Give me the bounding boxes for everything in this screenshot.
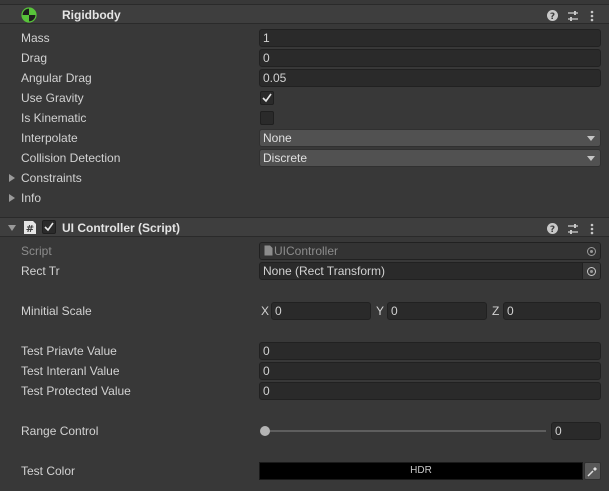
interpolate-dropdown[interactable]: None	[259, 129, 601, 147]
eyedropper-icon	[587, 467, 597, 477]
priavte-label: Test Priavte Value	[21, 344, 117, 358]
scale-z-field[interactable]: 0	[503, 302, 601, 320]
protected-field[interactable]: 0	[259, 382, 601, 400]
help-icon[interactable]: ?	[547, 5, 558, 25]
x-label: X	[261, 304, 270, 318]
svg-text:#: #	[26, 224, 34, 235]
checkmark-icon	[262, 93, 272, 103]
collision-detection-value: Discrete	[263, 151, 308, 165]
priavte-field[interactable]: 0	[259, 342, 601, 360]
interpolate-label: Interpolate	[21, 131, 78, 145]
minitial-scale-label: Minitial Scale	[21, 304, 92, 318]
color-swatch[interactable]: HDR	[259, 462, 583, 480]
scale-y-field[interactable]: 0	[387, 302, 487, 320]
angular-drag-field[interactable]: 0.05	[259, 69, 601, 87]
presets-icon[interactable]	[567, 5, 579, 25]
more-options-icon[interactable]	[590, 218, 594, 238]
z-label: Z	[492, 304, 500, 318]
info-foldout-icon[interactable]	[9, 194, 15, 202]
svg-text:?: ?	[550, 12, 555, 21]
info-label[interactable]: Info	[21, 189, 41, 207]
interpolate-value: None	[263, 131, 292, 145]
interanl-label: Test Interanl Value	[21, 364, 120, 378]
script-icon: #	[24, 221, 36, 235]
collision-detection-label: Collision Detection	[21, 151, 121, 165]
is-kinematic-label: Is Kinematic	[21, 111, 87, 125]
range-control-label: Range Control	[21, 424, 99, 438]
protected-label: Test Protected Value	[21, 384, 131, 398]
test-color-label: Test Color	[21, 464, 76, 478]
angular-drag-label: Angular Drag	[21, 71, 92, 85]
presets-icon[interactable]	[567, 218, 579, 238]
drag-field[interactable]: 0	[259, 49, 601, 67]
rigidbody-icon	[21, 7, 37, 23]
rigidbody-header[interactable]: Rigidbody ?	[0, 4, 609, 24]
use-gravity-checkbox[interactable]	[260, 91, 274, 105]
script-label: Script	[21, 244, 52, 258]
rect-tr-label: Rect Tr	[21, 264, 60, 278]
chevron-down-icon	[587, 156, 595, 161]
range-slider-handle[interactable]	[260, 426, 270, 436]
interanl-field[interactable]: 0	[259, 362, 601, 380]
script-value: UIController	[274, 244, 339, 258]
scale-x-field[interactable]: 0	[271, 302, 371, 320]
constraints-label[interactable]: Constraints	[21, 169, 82, 187]
drag-label: Drag	[21, 51, 48, 65]
object-picker-icon[interactable]	[587, 267, 596, 276]
constraints-foldout-icon[interactable]	[9, 174, 15, 182]
range-value-field[interactable]: 0	[551, 422, 601, 440]
eyedropper-button[interactable]	[584, 462, 601, 480]
rect-tr-field[interactable]: None (Rect Transform)	[259, 262, 601, 280]
checkmark-icon	[44, 222, 54, 232]
help-icon[interactable]: ?	[547, 218, 558, 238]
mass-label: Mass	[21, 31, 50, 45]
ui-controller-title: UI Controller (Script)	[62, 221, 181, 235]
script-file-icon	[264, 245, 273, 256]
script-field: UIController	[259, 242, 601, 260]
rigidbody-title: Rigidbody	[62, 8, 121, 22]
y-label: Y	[376, 304, 385, 318]
mass-field[interactable]: 1	[259, 29, 601, 47]
collision-detection-dropdown[interactable]: Discrete	[259, 149, 601, 167]
rect-tr-value: None (Rect Transform)	[263, 264, 386, 278]
use-gravity-label: Use Gravity	[21, 91, 84, 105]
collapse-arrow-icon[interactable]	[8, 225, 16, 231]
more-options-icon[interactable]	[590, 5, 594, 25]
svg-text:?: ?	[550, 225, 555, 234]
enabled-checkbox[interactable]	[42, 220, 56, 234]
is-kinematic-checkbox[interactable]	[260, 111, 274, 125]
object-picker-icon	[587, 247, 596, 256]
chevron-down-icon	[587, 136, 595, 141]
range-slider-track[interactable]	[265, 430, 546, 432]
hdr-badge: HDR	[410, 465, 432, 476]
ui-controller-header[interactable]: # UI Controller (Script) ?	[0, 217, 609, 237]
